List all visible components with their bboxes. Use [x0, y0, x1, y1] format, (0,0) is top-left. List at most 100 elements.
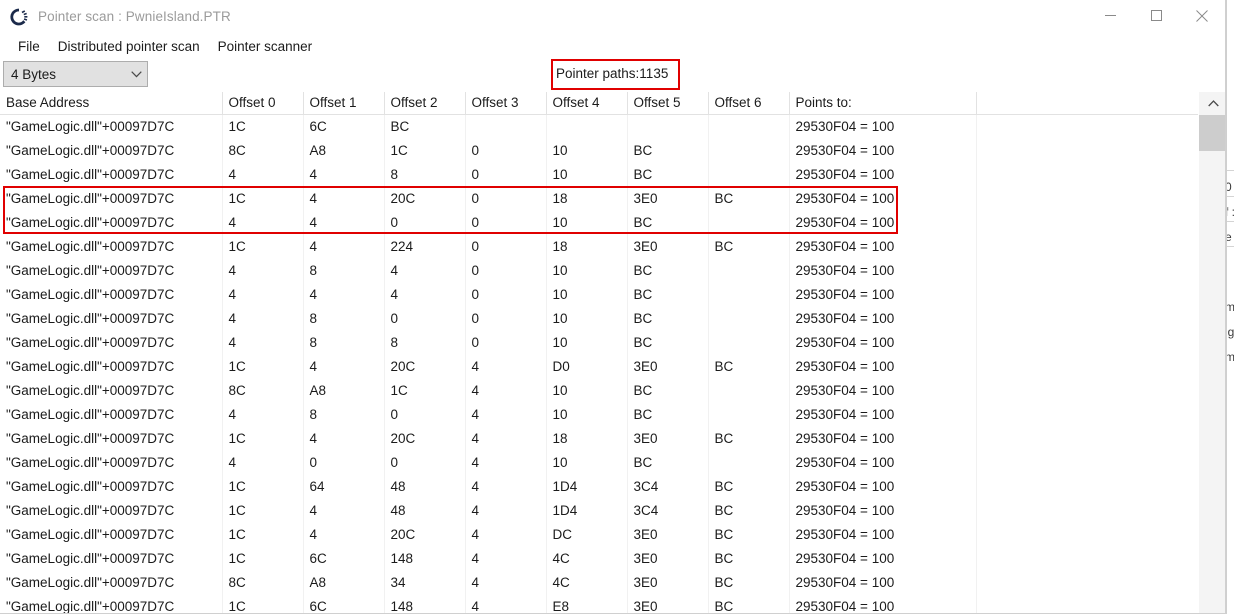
column-header-offset-0[interactable]: Offset 0: [222, 92, 304, 115]
cell-offset-3: 0: [465, 234, 547, 258]
cell-offset-1: 4: [303, 498, 385, 522]
cell-base-address: "GameLogic.dll"+00097D7C: [0, 378, 223, 402]
cell-base-address: "GameLogic.dll"+00097D7C: [0, 234, 223, 258]
cell-offset-2: 20C: [384, 354, 466, 378]
table-row[interactable]: "GameLogic.dll"+00097D7C 1C 4 20C 4 18 3E0 BC 29…: [0, 426, 1198, 450]
cell-offset-2: 0: [384, 402, 466, 426]
table-row[interactable]: "GameLogic.dll"+00097D7C 1C 4 224 0 18 3E0 BC 29…: [0, 234, 1198, 258]
table-row[interactable]: "GameLogic.dll"+00097D7C 1C 4 20C 0 18 3E0 BC 29…: [0, 186, 1198, 210]
cell-offset-0: 4: [222, 210, 304, 234]
cell-offset-6: BC: [708, 522, 790, 546]
cell-points-to: 29530F04 = 100: [789, 546, 977, 570]
cell-offset-0: 4: [222, 306, 304, 330]
column-header-offset-6[interactable]: Offset 6: [708, 92, 790, 115]
cell-offset-3: 0: [465, 282, 547, 306]
cell-offset-4: 18: [546, 426, 628, 450]
cell-points-to: 29530F04 = 100: [789, 402, 977, 426]
table-row[interactable]: "GameLogic.dll"+00097D7C 8C A8 1C 0 10 BC 29530…: [0, 138, 1198, 162]
cell-base-address: "GameLogic.dll"+00097D7C: [0, 210, 223, 234]
cell-offset-3: 4: [465, 426, 547, 450]
cell-points-to: 29530F04 = 100: [789, 522, 977, 546]
table-row[interactable]: "GameLogic.dll"+00097D7C 1C 6C 148 4 E8 3E0 BC 2…: [0, 594, 1198, 613]
table-row[interactable]: "GameLogic.dll"+00097D7C 4 0 0 4 10 BC 29530F04…: [0, 450, 1198, 474]
cell-offset-5: BC: [627, 162, 709, 186]
cell-offset-2: 48: [384, 474, 466, 498]
cell-offset-0: 4: [222, 330, 304, 354]
cell-offset-4: DC: [546, 522, 628, 546]
cell-offset-4: 10: [546, 330, 628, 354]
menu-item-file[interactable]: File: [9, 34, 49, 59]
cell-base-address: "GameLogic.dll"+00097D7C: [0, 282, 223, 306]
cell-offset-4: 10: [546, 138, 628, 162]
cell-offset-2: 34: [384, 570, 466, 594]
cell-offset-4: 10: [546, 258, 628, 282]
pointer-table-body: "GameLogic.dll"+00097D7C 1C 6C BC 29530F04 =…: [0, 114, 1198, 613]
scrollbar-track[interactable]: [1199, 151, 1225, 613]
cell-points-to: 29530F04 = 100: [789, 474, 977, 498]
cell-base-address: "GameLogic.dll"+00097D7C: [0, 570, 223, 594]
menu-item-distributed-pointer-scan[interactable]: Distributed pointer scan: [49, 34, 209, 59]
cell-offset-5: [627, 114, 709, 138]
cell-spacer: [976, 426, 1198, 450]
column-header-base-address[interactable]: Base Address: [0, 92, 223, 115]
pointer-scan-window: Pointer scan : PwnieIsland.PTR File Dist…: [0, 0, 1226, 614]
table-row[interactable]: "GameLogic.dll"+00097D7C 4 8 8 0 10 BC 29530F04…: [0, 330, 1198, 354]
cell-offset-4: 10: [546, 162, 628, 186]
cell-offset-2: 48: [384, 498, 466, 522]
table-row[interactable]: "GameLogic.dll"+00097D7C 4 4 0 0 10 BC 29530F04…: [0, 210, 1198, 234]
column-header-offset-5[interactable]: Offset 5: [627, 92, 709, 115]
table-row[interactable]: "GameLogic.dll"+00097D7C 1C 64 48 4 1D4 3C4 BC 2…: [0, 474, 1198, 498]
column-header-offset-1[interactable]: Offset 1: [303, 92, 385, 115]
table-row[interactable]: "GameLogic.dll"+00097D7C 1C 6C 148 4 4C 3E0 BC 2…: [0, 546, 1198, 570]
table-row[interactable]: "GameLogic.dll"+00097D7C 4 4 4 0 10 BC 29530F04…: [0, 282, 1198, 306]
cell-offset-6: [708, 402, 790, 426]
close-button[interactable]: [1179, 0, 1225, 32]
column-header-points-to[interactable]: Points to:: [789, 92, 977, 115]
column-header-offset-4[interactable]: Offset 4: [546, 92, 628, 115]
cell-base-address: "GameLogic.dll"+00097D7C: [0, 498, 223, 522]
background-divider: [1227, 196, 1234, 197]
table-row[interactable]: "GameLogic.dll"+00097D7C 4 8 0 4 10 BC 29530F04…: [0, 402, 1198, 426]
cell-offset-5: 3E0: [627, 594, 709, 613]
cell-points-to: 29530F04 = 100: [789, 138, 977, 162]
cell-offset-4: 10: [546, 378, 628, 402]
cell-offset-6: [708, 138, 790, 162]
cell-points-to: 29530F04 = 100: [789, 282, 977, 306]
menu-item-pointer-scanner[interactable]: Pointer scanner: [209, 34, 322, 59]
cell-offset-4: 10: [546, 450, 628, 474]
cell-offset-5: 3E0: [627, 426, 709, 450]
cell-offset-2: 148: [384, 594, 466, 613]
maximize-button[interactable]: [1133, 0, 1179, 32]
cell-base-address: "GameLogic.dll"+00097D7C: [0, 306, 223, 330]
window-title: Pointer scan : PwnieIsland.PTR: [38, 9, 231, 24]
cell-offset-3: 0: [465, 162, 547, 186]
column-header-offset-2[interactable]: Offset 2: [384, 92, 466, 115]
vertical-scrollbar[interactable]: [1198, 92, 1225, 613]
table-row[interactable]: "GameLogic.dll"+00097D7C 8C A8 34 4 4C 3E0 BC 29…: [0, 570, 1198, 594]
minimize-button[interactable]: [1087, 0, 1133, 32]
table-row[interactable]: "GameLogic.dll"+00097D7C 4 4 8 0 10 BC 29530F04…: [0, 162, 1198, 186]
table-row[interactable]: "GameLogic.dll"+00097D7C 1C 4 48 4 1D4 3C4 BC 29…: [0, 498, 1198, 522]
cell-offset-3: 0: [465, 258, 547, 282]
scroll-up-button[interactable]: [1199, 92, 1225, 114]
table-row[interactable]: "GameLogic.dll"+00097D7C 4 8 0 0 10 BC 29530F04…: [0, 306, 1198, 330]
cell-spacer: [976, 450, 1198, 474]
cell-offset-0: 1C: [222, 426, 304, 450]
cell-points-to: 29530F04 = 100: [789, 258, 977, 282]
column-header-offset-3[interactable]: Offset 3: [465, 92, 547, 115]
cell-offset-1: 4: [303, 186, 385, 210]
cell-spacer: [976, 114, 1198, 138]
cell-offset-2: 4: [384, 258, 466, 282]
scrollbar-thumb[interactable]: [1199, 115, 1225, 151]
table-row[interactable]: "GameLogic.dll"+00097D7C 1C 4 20C 4 DC 3E0 BC 29…: [0, 522, 1198, 546]
cell-offset-3: 0: [465, 306, 547, 330]
value-type-dropdown[interactable]: 4 Bytes: [3, 61, 148, 87]
cell-offset-5: BC: [627, 378, 709, 402]
table-row[interactable]: "GameLogic.dll"+00097D7C 1C 4 20C 4 D0 3E0 BC 29…: [0, 354, 1198, 378]
table-row[interactable]: "GameLogic.dll"+00097D7C 4 8 4 0 10 BC 29530F04…: [0, 258, 1198, 282]
table-row[interactable]: "GameLogic.dll"+00097D7C 8C A8 1C 4 10 BC 29530…: [0, 378, 1198, 402]
menu-bar: File Distributed pointer scan Pointer sc…: [0, 34, 1225, 59]
window-controls: [1087, 0, 1225, 34]
table-row[interactable]: "GameLogic.dll"+00097D7C 1C 6C BC 29530F04 =…: [0, 114, 1198, 138]
cell-base-address: "GameLogic.dll"+00097D7C: [0, 402, 223, 426]
